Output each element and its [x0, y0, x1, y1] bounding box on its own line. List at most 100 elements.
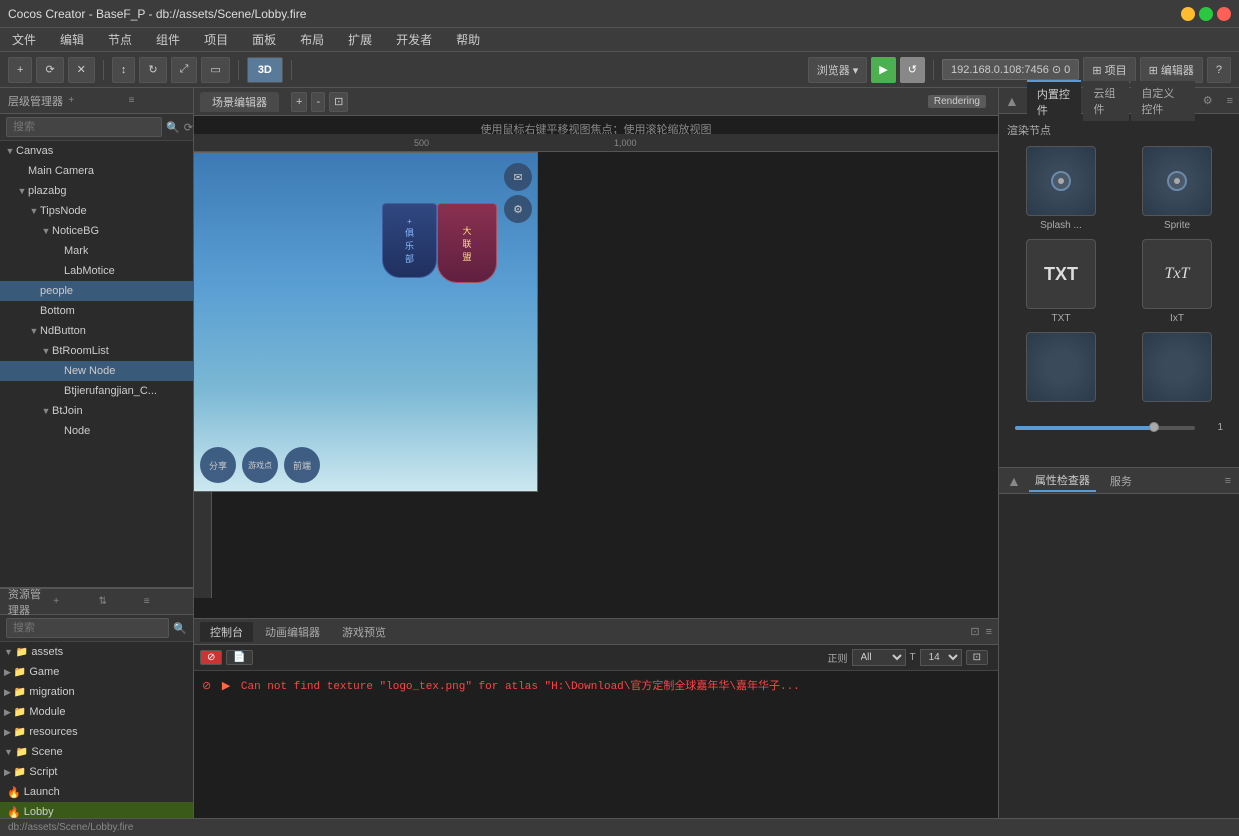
widget-thumb-extra2[interactable] — [1142, 332, 1212, 402]
menu-project[interactable]: 项目 — [200, 29, 232, 50]
menu-layout[interactable]: 布局 — [296, 29, 328, 50]
menu-file[interactable]: 文件 — [8, 29, 40, 50]
tree-item-btroomlist[interactable]: ▼ BtRoomList — [0, 341, 193, 361]
right-panel: ▲ 内置控件 云组件 自定义控件 ⚙ ≡ 渲染节点 — [999, 88, 1239, 818]
slider-track[interactable] — [1015, 426, 1195, 430]
close-button[interactable] — [1217, 7, 1231, 21]
icon-settings[interactable]: ⚙ — [504, 195, 532, 223]
tree-item-tipsnode[interactable]: ▼ TipsNode — [0, 201, 193, 221]
editor-button[interactable]: ⊞ 编辑器 — [1140, 57, 1203, 83]
btn-frontend[interactable]: 前端 — [284, 447, 320, 483]
widget-settings-icon[interactable]: ⚙ — [1197, 94, 1219, 107]
inspector-menu-icon[interactable]: ≡ — [1225, 475, 1231, 487]
inspector-tab-main[interactable]: 属性检查器 — [1029, 470, 1096, 492]
asset-item-lobby[interactable]: 🔥 Lobby — [0, 802, 193, 818]
asset-item-assets[interactable]: ▼ 📁 assets — [0, 642, 193, 662]
club-banner[interactable]: + 俱 乐 部 — [382, 203, 437, 278]
play-button[interactable]: ▶ — [871, 57, 895, 83]
widget-thumb-txt[interactable]: TXT — [1026, 239, 1096, 309]
tree-item-btjierufangjian[interactable]: Btjierufangjian_C... — [0, 381, 193, 401]
widget-thumb-sprite[interactable] — [1142, 146, 1212, 216]
hierarchy-menu-icon[interactable]: ≡ — [129, 95, 185, 106]
tree-item-plazabg[interactable]: ▼ plazabg — [0, 181, 193, 201]
rect-tool[interactable]: ▭ — [201, 57, 229, 83]
rotate-tool[interactable]: ↻ — [139, 57, 166, 83]
assets-tree: ▼ 📁 assets ▶ 📁 Game ▶ 📁 migration ▶ 📁 — [0, 642, 193, 818]
menu-node[interactable]: 节点 — [104, 29, 136, 50]
assets-sort-icon[interactable]: ⇅ — [99, 596, 140, 607]
filter-level-select[interactable]: All Error Warn Info — [852, 649, 906, 666]
tree-item-canvas[interactable]: ▼ Canvas — [0, 141, 193, 161]
widget-thumb-itxt[interactable]: TxT — [1142, 239, 1212, 309]
browser-select[interactable]: 浏览器 ▾ — [808, 57, 868, 83]
close-button-tb[interactable]: ✕ — [68, 57, 95, 83]
menu-developer[interactable]: 开发者 — [392, 29, 436, 50]
widget-thumb-splash[interactable] — [1026, 146, 1096, 216]
hierarchy-add-icon[interactable]: + — [68, 95, 124, 106]
project-button[interactable]: ⊞ 项目 — [1083, 57, 1135, 83]
alliance-banner[interactable]: 大 联 盟 — [437, 203, 497, 283]
search-icon[interactable]: 🔍 — [166, 121, 180, 134]
resources-label: resources — [29, 726, 77, 738]
asset-item-resources[interactable]: ▶ 📁 resources — [0, 722, 193, 742]
asset-item-module[interactable]: ▶ 📁 Module — [0, 702, 193, 722]
add-button[interactable]: + — [8, 57, 32, 83]
tree-item-newnode[interactable]: New Node — [0, 361, 193, 381]
icon-mail[interactable]: ✉ — [504, 163, 532, 191]
tab-animation[interactable]: 动画编辑器 — [255, 622, 330, 642]
widget-thumb-extra1[interactable] — [1026, 332, 1096, 402]
menu-help[interactable]: 帮助 — [452, 29, 484, 50]
console-clear-btn[interactable]: ⊘ — [200, 650, 222, 665]
inspector-tab-service[interactable]: 服务 — [1104, 471, 1138, 491]
console-menu-icon[interactable]: ≡ — [986, 626, 992, 638]
assets-search-input[interactable] — [6, 618, 169, 638]
tree-item-node[interactable]: Node — [0, 421, 193, 441]
scene-zoom-in[interactable]: + — [291, 92, 307, 112]
menu-panel[interactable]: 面板 — [248, 29, 280, 50]
widget-menu-icon[interactable]: ≡ — [1221, 95, 1239, 107]
menu-edit[interactable]: 编辑 — [56, 29, 88, 50]
stop-button[interactable]: ↺ — [900, 57, 925, 83]
scene-canvas[interactable]: 使用鼠标右键平移视图焦点；使用滚轮缩放视图 500 1,000 1 玩家游戏账号… — [194, 116, 998, 618]
help-button[interactable]: ? — [1207, 57, 1231, 83]
btn-share[interactable]: 分享 — [200, 447, 236, 483]
tree-item-ndbutton[interactable]: ▼ NdButton — [0, 321, 193, 341]
assets-menu-icon[interactable]: ≡ — [144, 596, 185, 607]
scale-tool[interactable]: ⤢ — [171, 57, 198, 83]
assets-add-icon[interactable]: + — [53, 596, 94, 607]
tab-console[interactable]: 控制台 — [200, 622, 253, 642]
maximize-button[interactable] — [1199, 7, 1213, 21]
tree-item-noticebg[interactable]: ▼ NoticeBG — [0, 221, 193, 241]
console-filter: 正则 All Error Warn Info T 14 12 16 — [824, 649, 993, 666]
filter-size-select[interactable]: 14 12 16 — [920, 649, 962, 666]
asset-item-game[interactable]: ▶ 📁 Game — [0, 662, 193, 682]
asset-item-scene[interactable]: ▼ 📁 Scene — [0, 742, 193, 762]
console-close-icon[interactable]: ⊡ — [970, 625, 979, 638]
3d-mode-button[interactable]: 3D — [247, 57, 283, 83]
scene-zoom-fit[interactable]: ⊡ — [329, 92, 348, 112]
slider-handle[interactable] — [1149, 422, 1159, 432]
assets-search-icon[interactable]: 🔍 — [173, 622, 187, 635]
tab-preview[interactable]: 游戏预览 — [332, 622, 396, 642]
tree-item-maincamera[interactable]: Main Camera — [0, 161, 193, 181]
btn-gamepoints[interactable]: 游戏点 — [242, 447, 278, 483]
tree-item-mark[interactable]: Mark — [0, 241, 193, 261]
asset-item-launch[interactable]: 🔥 Launch — [0, 782, 193, 802]
tree-item-labmotice[interactable]: LabMotice — [0, 261, 193, 281]
menu-component[interactable]: 组件 — [152, 29, 184, 50]
tree-item-btjoin[interactable]: ▼ BtJoin — [0, 401, 193, 421]
refresh-icon[interactable]: ⟳ — [184, 121, 193, 134]
console-file-btn[interactable]: 📄 — [226, 650, 252, 665]
tree-item-bottom[interactable]: Bottom — [0, 301, 193, 321]
menu-extend[interactable]: 扩展 — [344, 29, 376, 50]
refresh-button[interactable]: ⟳ — [36, 57, 63, 83]
move-tool[interactable]: ↕ — [112, 57, 136, 83]
scene-editor-tab[interactable]: 场景编辑器 — [200, 92, 279, 112]
minimize-button[interactable] — [1181, 7, 1195, 21]
asset-item-migration[interactable]: ▶ 📁 migration — [0, 682, 193, 702]
console-extra-btn[interactable]: ⊡ — [966, 650, 988, 665]
hierarchy-search-input[interactable] — [6, 117, 162, 137]
asset-item-scriptfolder[interactable]: ▶ 📁 Script — [0, 762, 193, 782]
tree-item-people[interactable]: people — [0, 281, 193, 301]
scene-zoom-out[interactable]: - — [311, 92, 325, 112]
